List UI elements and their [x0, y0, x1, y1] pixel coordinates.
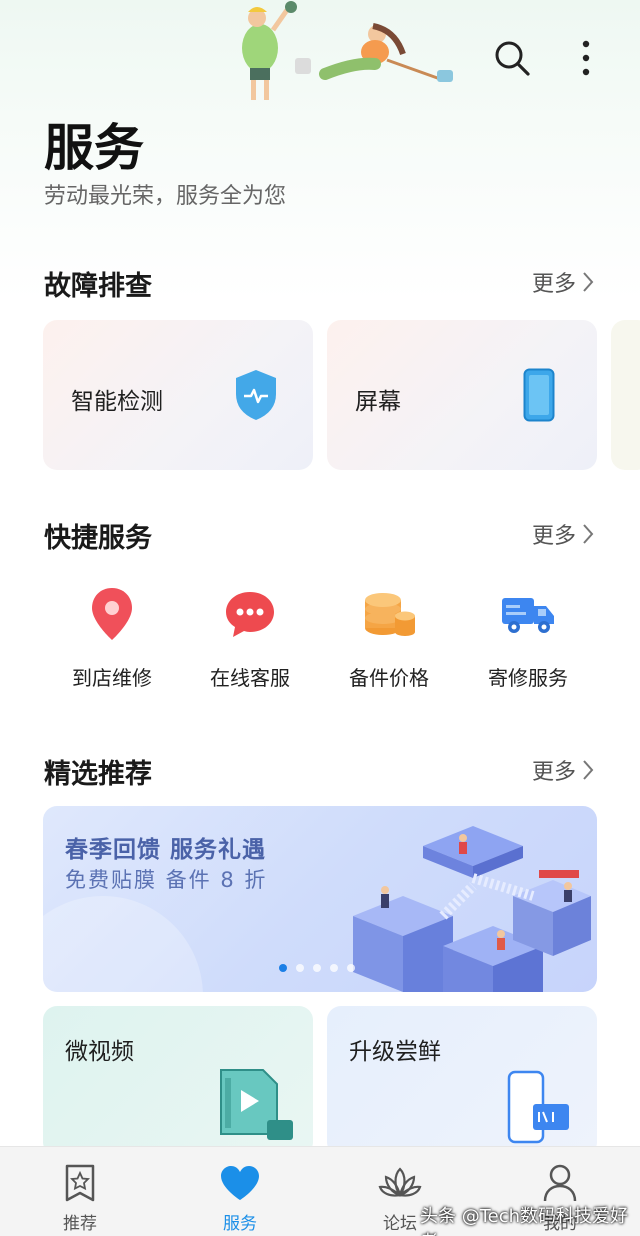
smart-detection-card[interactable]: 智能检测: [43, 320, 313, 470]
shield-icon: [236, 370, 276, 420]
watermark-text: 头条 @Tech数码科技爱好者: [420, 1206, 629, 1236]
more-label: 更多: [531, 524, 576, 549]
star-bookmark-icon: [65, 1164, 95, 1202]
carousel-dot[interactable]: [279, 964, 287, 972]
quick-service-label: 在线客服: [210, 666, 290, 690]
delivery-truck-icon: [502, 598, 554, 633]
featured-more-link[interactable]: 更多: [532, 754, 594, 786]
more-label: 更多: [531, 272, 576, 297]
banner-title: 春季回馈 服务礼遇: [65, 837, 267, 863]
quick-service-parts-price[interactable]: 备件价格: [329, 584, 449, 691]
heart-icon: [221, 1166, 259, 1200]
chevron-right-icon: [583, 760, 594, 780]
quick-services-section-title: 快捷服务: [44, 523, 152, 554]
promo-banner[interactable]: 春季回馈 服务礼遇 免费贴膜 备件 8 折: [43, 806, 597, 992]
carousel-dot[interactable]: [313, 964, 321, 972]
quick-service-label: 到店维修: [72, 666, 152, 690]
location-pin-icon: [92, 588, 132, 640]
troubleshoot-section-title: 故障排查: [44, 271, 152, 302]
nav-item-recommend[interactable]: 推荐: [25, 1147, 135, 1236]
banner-subtitle: 免费贴膜 备件 8 折: [65, 868, 268, 892]
chat-bubble-icon: [226, 592, 274, 637]
header-illustration: [242, 1, 453, 100]
search-icon: [495, 41, 530, 76]
nav-label: 服务: [223, 1214, 257, 1234]
quick-service-online-support[interactable]: 在线客服: [190, 584, 310, 691]
coins-icon: [365, 593, 415, 636]
featured-section-title: 精选推荐: [44, 759, 152, 790]
card-label: 微视频: [65, 1039, 134, 1065]
carousel-dot[interactable]: [347, 964, 355, 972]
carousel-dot[interactable]: [296, 964, 304, 972]
vertical-dots-icon: [582, 40, 590, 76]
carousel-dot[interactable]: [330, 964, 338, 972]
carousel-dots: [279, 964, 355, 972]
nav-item-service[interactable]: 服务: [185, 1147, 295, 1236]
screen-card[interactable]: 屏幕: [327, 320, 597, 470]
phone-upgrade-icon: [507, 1070, 569, 1144]
micro-video-card[interactable]: 微视频: [43, 1006, 313, 1156]
quick-service-label: 备件价格: [349, 666, 429, 690]
quick-service-mail-repair[interactable]: 寄修服务: [468, 584, 588, 691]
card-label: 智能检测: [71, 389, 163, 415]
page-subtitle: 劳动最光荣，服务全为您: [44, 184, 287, 209]
service-center-illustration: [353, 826, 591, 992]
upgrade-trial-card[interactable]: 升级尝鲜: [327, 1006, 597, 1156]
phone-screen-icon: [523, 368, 555, 422]
quick-services-more-link[interactable]: 更多: [532, 518, 594, 550]
nav-label: 推荐: [63, 1214, 97, 1234]
video-file-icon: [220, 1069, 293, 1140]
more-label: 更多: [531, 760, 576, 785]
troubleshoot-more-link[interactable]: 更多: [532, 266, 594, 298]
quick-service-store-repair[interactable]: 到店维修: [52, 584, 172, 691]
next-card-peek[interactable]: [611, 320, 640, 470]
chevron-right-icon: [583, 524, 594, 544]
person-icon: [543, 1164, 577, 1202]
lotus-icon: [378, 1167, 422, 1197]
page-title: 服务: [44, 119, 144, 177]
quick-service-label: 寄修服务: [488, 666, 568, 690]
search-button[interactable]: [488, 34, 536, 82]
chevron-right-icon: [583, 272, 594, 292]
banner-decoration: [43, 896, 203, 992]
card-label: 升级尝鲜: [349, 1039, 441, 1065]
more-options-button[interactable]: [562, 34, 610, 82]
card-label: 屏幕: [355, 389, 401, 415]
